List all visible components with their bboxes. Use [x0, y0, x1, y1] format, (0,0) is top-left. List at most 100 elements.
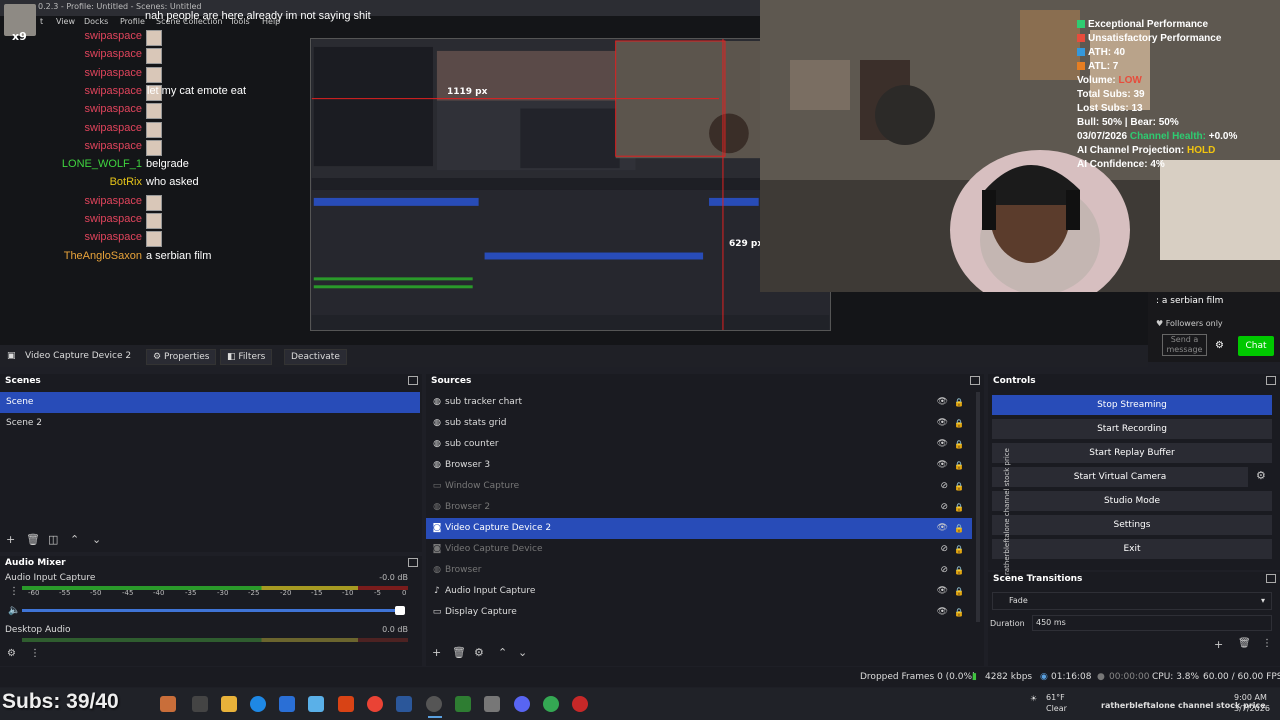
move-up-icon[interactable]: ⌃: [498, 646, 507, 659]
chat-send-button[interactable]: Chat: [1238, 336, 1274, 356]
undock-icon[interactable]: [408, 558, 418, 567]
store-icon[interactable]: [279, 696, 295, 712]
edge-icon[interactable]: [250, 696, 266, 712]
add-scene-icon[interactable]: +: [6, 533, 15, 546]
source-item[interactable]: ◍ Browser ⊘ 🔒: [426, 560, 972, 581]
scene-item[interactable]: Scene 2: [0, 413, 422, 434]
lock-icon[interactable]: 🔒: [954, 518, 964, 539]
virtual-camera-gear-icon[interactable]: ⚙: [1256, 469, 1266, 482]
eye-hidden-icon[interactable]: ⊘: [940, 560, 948, 581]
mic-icon: ♪: [434, 586, 440, 596]
move-down-icon[interactable]: ⌄: [518, 646, 527, 659]
source-item[interactable]: ♪ Audio Input Capture 👁 🔒: [426, 581, 972, 602]
remove-transition-icon[interactable]: 🗑: [1238, 638, 1251, 649]
eye-icon[interactable]: 👁: [937, 392, 948, 413]
volume-slider[interactable]: [22, 609, 402, 612]
file-explorer-icon[interactable]: [221, 696, 237, 712]
discord-icon[interactable]: [514, 696, 530, 712]
start-replay-buffer-button[interactable]: Start Replay Buffer: [992, 443, 1272, 463]
word-icon[interactable]: [396, 696, 412, 712]
app-icon[interactable]: [338, 696, 354, 712]
source-item[interactable]: ◍ sub counter 👁 🔒: [426, 434, 972, 455]
menu-item-edit[interactable]: t: [40, 17, 43, 26]
source-item[interactable]: ◍ sub stats grid 👁 🔒: [426, 413, 972, 434]
app-icon[interactable]: [484, 696, 500, 712]
chat-settings-gear-icon[interactable]: ⚙: [1215, 340, 1224, 351]
lock-icon[interactable]: 🔒: [954, 560, 964, 581]
remove-source-icon[interactable]: 🗑: [452, 646, 466, 659]
chrome-icon[interactable]: [543, 696, 559, 712]
start-virtual-camera-button[interactable]: Start Virtual Camera: [992, 467, 1248, 487]
followers-only-mode: ♥ Followers only: [1156, 319, 1223, 328]
app-icon[interactable]: [160, 696, 176, 712]
track-menu-icon[interactable]: ⋮: [9, 586, 19, 597]
scene-item[interactable]: Scene: [0, 392, 420, 413]
eye-hidden-icon[interactable]: ⊘: [940, 476, 948, 497]
obs-icon[interactable]: [426, 696, 442, 712]
xbox-icon[interactable]: [455, 696, 471, 712]
exit-button[interactable]: Exit: [992, 539, 1272, 559]
stop-streaming-button[interactable]: Stop Streaming: [992, 395, 1272, 415]
volume-slider-handle[interactable]: [395, 606, 405, 615]
source-item[interactable]: ◙ Video Capture Device ⊘ 🔒: [426, 539, 972, 560]
source-item[interactable]: ◍ Browser 3 👁 🔒: [426, 455, 972, 476]
deactivate-button[interactable]: Deactivate: [284, 349, 347, 365]
lock-icon[interactable]: 🔒: [954, 539, 964, 560]
lock-icon[interactable]: 🔒: [954, 434, 964, 455]
scene-filters-icon[interactable]: ◫: [48, 533, 58, 546]
lock-icon[interactable]: 🔒: [954, 455, 964, 476]
app-icon[interactable]: [572, 696, 588, 712]
transition-type-select[interactable]: Fade ▾: [992, 592, 1272, 610]
mixer-settings-gear-icon[interactable]: ⚙: [7, 648, 16, 659]
source-item[interactable]: ◍ sub tracker chart 👁 🔒: [426, 392, 972, 413]
undock-icon[interactable]: [408, 376, 418, 385]
undock-icon[interactable]: [970, 376, 980, 385]
move-down-icon[interactable]: ⌄: [92, 533, 101, 546]
source-item[interactable]: ◍ Browser 2 ⊘ 🔒: [426, 497, 972, 518]
menu-item-view[interactable]: View: [56, 17, 75, 26]
transition-menu-icon[interactable]: ⋮: [1262, 638, 1272, 649]
speaker-icon[interactable]: 🔈: [8, 605, 20, 616]
source-item[interactable]: ◙ Video Capture Device 2 👁 🔒: [426, 518, 972, 539]
lock-icon[interactable]: 🔒: [954, 476, 964, 497]
eye-icon[interactable]: 👁: [937, 518, 948, 539]
undock-icon[interactable]: [1266, 376, 1276, 385]
lock-icon[interactable]: 🔒: [954, 497, 964, 518]
start-recording-button[interactable]: Start Recording: [992, 419, 1272, 439]
eye-icon[interactable]: 👁: [937, 581, 948, 602]
overlay-volume: Volume: LOW: [1077, 74, 1142, 86]
menu-item-profile[interactable]: Profile: [120, 17, 145, 26]
eye-icon[interactable]: 👁: [937, 455, 948, 476]
eye-icon[interactable]: 👁: [937, 413, 948, 434]
remove-scene-icon[interactable]: 🗑: [26, 533, 40, 546]
eye-icon[interactable]: 👁: [937, 434, 948, 455]
lock-icon[interactable]: 🔒: [954, 602, 964, 623]
overlay-lost-subs: Lost Subs: 13: [1077, 102, 1143, 114]
source-item[interactable]: ▭ Display Capture 👁 🔒: [426, 602, 972, 623]
lock-icon[interactable]: 🔒: [954, 581, 964, 602]
lock-icon[interactable]: 🔒: [954, 392, 964, 413]
undock-icon[interactable]: [1266, 574, 1276, 583]
sources-scrollbar[interactable]: [976, 392, 980, 622]
eye-hidden-icon[interactable]: ⊘: [940, 539, 948, 560]
app-icon[interactable]: [308, 696, 324, 712]
properties-button[interactable]: ⚙ Properties: [146, 349, 217, 365]
preview-canvas[interactable]: 0.2.3 - Profile: Untitled - Scenes: Unti…: [0, 0, 1280, 345]
move-up-icon[interactable]: ⌃: [70, 533, 79, 546]
chrome-icon[interactable]: [367, 696, 383, 712]
filters-button[interactable]: ◧ Filters: [220, 349, 273, 365]
add-transition-icon[interactable]: +: [1214, 638, 1223, 651]
source-properties-gear-icon[interactable]: ⚙: [474, 646, 484, 659]
menu-item-docks[interactable]: Docks: [84, 17, 108, 26]
add-source-icon[interactable]: +: [432, 646, 441, 659]
lock-icon[interactable]: 🔒: [954, 413, 964, 434]
settings-button[interactable]: Settings: [992, 515, 1272, 535]
duration-stepper[interactable]: 450 ms: [1032, 615, 1272, 631]
source-item[interactable]: ▭ Window Capture ⊘ 🔒: [426, 476, 972, 497]
mixer-menu-icon[interactable]: ⋮: [30, 648, 40, 659]
studio-mode-button[interactable]: Studio Mode: [992, 491, 1272, 511]
eye-hidden-icon[interactable]: ⊘: [940, 497, 948, 518]
chat-message-input[interactable]: Send a message: [1162, 334, 1207, 356]
eye-icon[interactable]: 👁: [937, 602, 948, 623]
task-view-icon[interactable]: [192, 696, 208, 712]
